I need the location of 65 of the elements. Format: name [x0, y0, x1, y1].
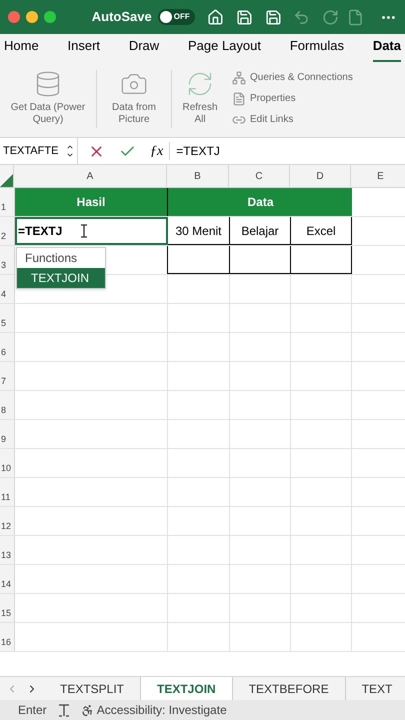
- column-header[interactable]: C: [229, 165, 290, 187]
- refresh-all-button[interactable]: Refresh All: [172, 70, 228, 126]
- queries-connections-button[interactable]: Queries & Connections: [232, 70, 353, 85]
- get-data-button[interactable]: Get Data (Power Query): [0, 70, 96, 126]
- row-number[interactable]: 3: [0, 246, 15, 274]
- row-number[interactable]: 14: [0, 565, 15, 593]
- row-number[interactable]: 13: [0, 536, 15, 564]
- accessibility-button[interactable]: Accessibility: Investigate: [80, 701, 227, 719]
- autosave-label: AutoSave: [92, 8, 152, 26]
- text-cursor-icon: [80, 224, 88, 238]
- save-as-icon[interactable]: [264, 8, 282, 26]
- properties-button[interactable]: Properties: [232, 91, 353, 106]
- row-number[interactable]: 2: [0, 217, 15, 245]
- function-icon[interactable]: ƒx: [150, 140, 164, 162]
- sheet-tab[interactable]: TEXTJOIN: [141, 677, 233, 700]
- ribbon-tab[interactable]: Insert: [68, 36, 100, 62]
- down-icon: [66, 151, 74, 159]
- ribbon-tab[interactable]: Page Layout: [188, 36, 261, 62]
- data-cell: 30 Menit: [168, 217, 230, 245]
- autosave-toggle[interactable]: OFF: [158, 9, 195, 25]
- header-cell: [168, 188, 230, 216]
- accessibility-icon: [80, 704, 94, 716]
- header-cell: Data: [230, 188, 291, 216]
- ribbon-tab[interactable]: Formulas: [290, 36, 344, 62]
- menu-heading: Functions: [24, 250, 78, 267]
- database-icon: [34, 70, 62, 98]
- menu-item[interactable]: TEXTJOIN: [17, 268, 105, 288]
- row-number[interactable]: 15: [0, 594, 15, 622]
- row-number[interactable]: 1: [0, 188, 15, 216]
- row-number[interactable]: 12: [0, 507, 15, 535]
- column-header[interactable]: E: [351, 165, 405, 187]
- data-cell: Excel: [291, 217, 352, 245]
- cell-mode-icon[interactable]: [56, 704, 71, 716]
- header-cell: [291, 188, 352, 216]
- empty-cell: [168, 246, 230, 274]
- row-number[interactable]: 9: [0, 420, 15, 448]
- empty-cell: [291, 246, 352, 274]
- up-icon: [66, 143, 74, 151]
- row-number[interactable]: 6: [0, 333, 15, 361]
- row-number[interactable]: 5: [0, 304, 15, 332]
- row-number[interactable]: 10: [0, 449, 15, 477]
- ribbon-tab[interactable]: Draw: [128, 36, 160, 62]
- edit-links-button[interactable]: Edit Links: [232, 112, 353, 127]
- row-number[interactable]: 8: [0, 391, 15, 419]
- refresh-icon: [186, 70, 214, 98]
- home-icon[interactable]: [206, 8, 224, 26]
- save-icon[interactable]: [236, 8, 253, 26]
- network-icon: [232, 70, 246, 84]
- active-cell[interactable]: =TEXTJ: [15, 217, 168, 245]
- data-cell: Belajar: [230, 217, 291, 245]
- formula-field[interactable]: =TEXTJ: [176, 142, 405, 160]
- ribbon-tab[interactable]: Home: [4, 36, 39, 62]
- data-from-picture-button[interactable]: Data from Picture: [97, 70, 171, 126]
- row-number[interactable]: 4: [0, 275, 15, 303]
- empty-cell: [230, 246, 291, 274]
- row-number[interactable]: 11: [0, 478, 15, 506]
- row-number[interactable]: 7: [0, 362, 15, 390]
- column-header[interactable]: A: [14, 165, 167, 187]
- status-mode: Enter: [18, 702, 47, 719]
- column-header[interactable]: D: [290, 165, 351, 187]
- row-number[interactable]: 16: [0, 623, 15, 651]
- name-box[interactable]: TEXTAFTE: [0, 138, 78, 164]
- column-header[interactable]: B: [167, 165, 229, 187]
- list-icon: [232, 92, 246, 106]
- header-cell: Hasil: [15, 188, 168, 216]
